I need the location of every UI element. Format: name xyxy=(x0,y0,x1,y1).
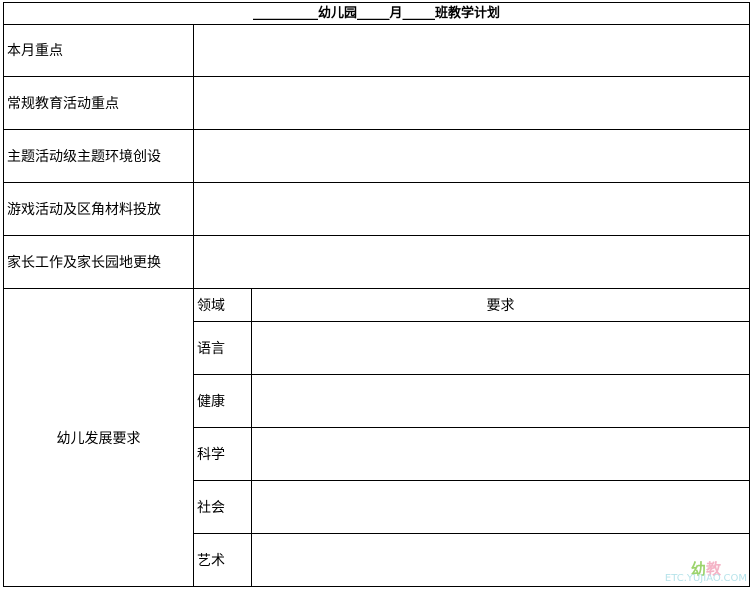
row-monthly-focus: 本月重点 xyxy=(3,24,750,77)
requirement-field[interactable] xyxy=(252,322,749,374)
domain-name: 语言 xyxy=(194,322,252,374)
domain-header-row: 领域 要求 xyxy=(194,289,749,322)
watermark-url: ETC.YUJIAO.COM xyxy=(664,573,747,584)
row-routine-education: 常规教育活动重点 xyxy=(3,77,750,130)
row-value-field[interactable] xyxy=(194,24,749,76)
row-label: 本月重点 xyxy=(4,24,194,76)
domain-name: 科学 xyxy=(194,428,252,480)
plan-title: __________幼儿园_____月_____班教学计划 xyxy=(3,2,750,25)
row-game-activities: 游戏活动及区角材料投放 xyxy=(3,183,750,236)
row-parent-work: 家长工作及家长园地更换 xyxy=(3,236,750,289)
requirement-field[interactable] xyxy=(252,428,749,480)
domain-row-health: 健康 xyxy=(194,375,749,428)
requirement-field[interactable] xyxy=(252,375,749,427)
row-label: 主题活动级主题环境创设 xyxy=(4,130,194,182)
watermark-logo: 幼教 ETC.YUJIAO.COM xyxy=(664,562,747,584)
row-value-field[interactable] xyxy=(194,236,749,288)
domain-row-society: 社会 xyxy=(194,481,749,534)
row-label: 游戏活动及区角材料投放 xyxy=(4,183,194,235)
domain-row-language: 语言 xyxy=(194,322,749,375)
row-label: 常规教育活动重点 xyxy=(4,77,194,129)
teaching-plan-sheet: __________幼儿园_____月_____班教学计划 本月重点 常规教育活… xyxy=(0,0,753,590)
domain-header: 领域 xyxy=(194,289,252,321)
requirement-header: 要求 xyxy=(486,298,515,314)
domain-name: 社会 xyxy=(194,481,252,533)
row-theme-activities: 主题活动级主题环境创设 xyxy=(3,130,750,183)
row-value-field[interactable] xyxy=(194,130,749,182)
domain-row-science: 科学 xyxy=(194,428,749,481)
row-value-field[interactable] xyxy=(194,77,749,129)
domain-name: 健康 xyxy=(194,375,252,427)
row-label: 家长工作及家长园地更换 xyxy=(4,236,194,288)
requirement-field[interactable] xyxy=(252,481,749,533)
row-value-field[interactable] xyxy=(194,183,749,235)
domain-name: 艺术 xyxy=(194,534,252,586)
development-section: 幼儿发展要求 领域 要求 语言 健康 科学 社会 艺术 xyxy=(3,289,750,587)
development-label: 幼儿发展要求 xyxy=(4,289,194,586)
